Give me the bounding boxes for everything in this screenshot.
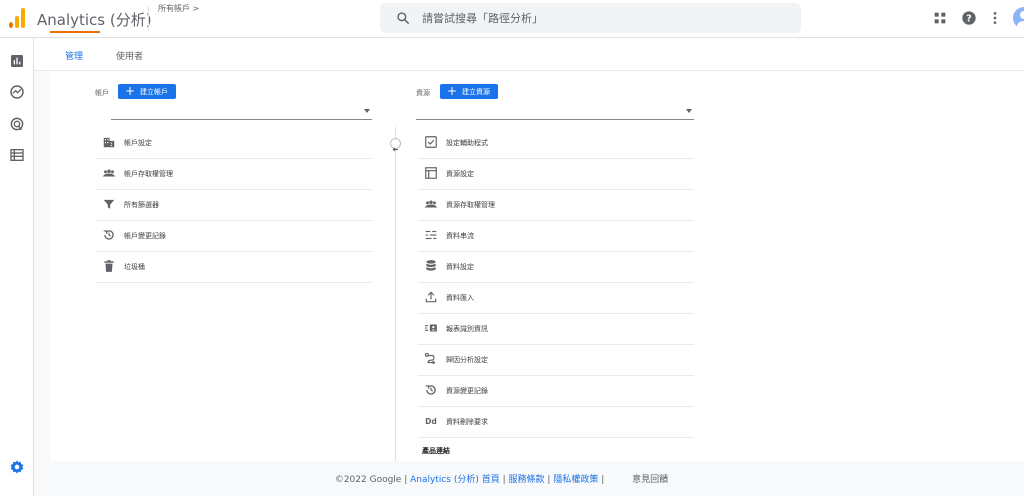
svg-text:?: ? xyxy=(966,13,971,24)
search-icon xyxy=(397,12,410,25)
active-tab-indicator xyxy=(50,31,100,33)
help-icon[interactable]: ? xyxy=(961,10,977,26)
chevron-left-icon xyxy=(392,147,398,152)
plus-icon: + xyxy=(447,84,458,98)
svg-text:Dd: Dd xyxy=(425,417,437,426)
avatar-person-icon xyxy=(1017,11,1024,29)
data-deletion-requests-row[interactable]: Dd 資料刪除要求 xyxy=(418,407,694,438)
property-column-label: 資源 xyxy=(416,89,430,97)
property-select[interactable] xyxy=(416,104,694,120)
building-icon xyxy=(103,137,115,148)
product-links-heading: 產品連結 xyxy=(422,447,450,455)
collapse-handle[interactable] xyxy=(390,138,401,152)
setup-assistant-row[interactable]: 設定輔助程式 xyxy=(418,128,694,159)
attribution-settings-label: 歸因分析設定 xyxy=(446,356,488,364)
data-import-label: 資料匯入 xyxy=(446,294,474,302)
apps-grid-icon[interactable] xyxy=(932,10,948,26)
property-change-history-label: 資源變更記錄 xyxy=(446,387,488,395)
side-navigation xyxy=(0,38,34,496)
account-settings-row[interactable]: 帳戶設定 xyxy=(96,128,372,159)
advertising-icon[interactable] xyxy=(9,116,25,132)
account-change-history-label: 帳戶變更記錄 xyxy=(124,232,166,240)
explore-icon[interactable] xyxy=(9,84,25,100)
footer-terms-link[interactable]: 服務條款 xyxy=(509,475,545,485)
filter-icon xyxy=(103,199,115,209)
footer-separator: | xyxy=(601,475,605,485)
data-settings-label: 資料設定 xyxy=(446,263,474,271)
create-property-label: 建立資源 xyxy=(462,87,490,96)
attribution-settings-row[interactable]: 歸因分析設定 xyxy=(418,345,694,376)
property-change-history-row[interactable]: 資源變更記錄 xyxy=(418,376,694,407)
footer-home-link[interactable]: Analytics (分析) 首頁 xyxy=(410,475,500,485)
checkbox-icon xyxy=(425,136,437,148)
property-settings-label: 資源設定 xyxy=(446,170,474,178)
stream-icon xyxy=(425,230,437,240)
footer-separator: | xyxy=(502,475,506,485)
footer-copyright: ©2022 Google | xyxy=(334,475,408,485)
create-account-label: 建立帳戶 xyxy=(140,87,168,96)
account-access-row[interactable]: 帳戶存取權管理 xyxy=(96,159,372,190)
dropdown-arrow-icon xyxy=(364,109,370,113)
property-access-label: 資源存取權管理 xyxy=(446,201,495,209)
data-streams-row[interactable]: 資料串流 xyxy=(418,221,694,252)
reports-icon[interactable] xyxy=(9,53,25,69)
title-divider xyxy=(148,7,149,31)
footer-privacy-link[interactable]: 隱私權政策 xyxy=(553,475,598,485)
top-app-bar: Analytics (分析) 所有帳戶 > ? xyxy=(0,0,1024,38)
admin-tabs: 管理 使用者 xyxy=(34,38,1024,71)
analytics-logo-icon[interactable] xyxy=(9,8,25,28)
layout-icon xyxy=(425,167,437,179)
property-settings-row[interactable]: 資源設定 xyxy=(418,159,694,190)
data-import-row[interactable]: 資料匯入 xyxy=(418,283,694,314)
account-select[interactable] xyxy=(111,104,372,120)
data-settings-row[interactable]: 資料設定 xyxy=(418,252,694,283)
account-picker-name[interactable] xyxy=(158,17,368,29)
people-icon xyxy=(102,169,116,177)
account-column-label: 帳戶 xyxy=(95,89,109,97)
all-filters-label: 所有篩選器 xyxy=(124,201,159,209)
search-input[interactable] xyxy=(422,8,782,28)
create-account-button[interactable]: + 建立帳戶 xyxy=(118,84,176,99)
setup-assistant-label: 設定輔助程式 xyxy=(446,139,488,147)
trash-icon xyxy=(104,260,114,272)
plus-icon: + xyxy=(125,84,136,98)
people-icon xyxy=(424,200,438,208)
search-box[interactable] xyxy=(380,3,801,33)
account-change-history-row[interactable]: 帳戶變更記錄 xyxy=(96,221,372,252)
account-access-label: 帳戶存取權管理 xyxy=(124,170,173,178)
avatar[interactable] xyxy=(1013,7,1024,29)
attribution-icon xyxy=(424,352,436,365)
account-settings-label: 帳戶設定 xyxy=(124,139,152,147)
identity-icon xyxy=(425,324,437,332)
tab-admin[interactable]: 管理 xyxy=(65,49,83,62)
reporting-identity-label: 報表識別資訊 xyxy=(446,325,488,333)
data-deletion-requests-label: 資料刪除要求 xyxy=(446,418,488,426)
footer: ©2022 Google | Analytics (分析) 首頁 | 服務條款 … xyxy=(0,472,1024,485)
all-filters-row[interactable]: 所有篩選器 xyxy=(96,190,372,221)
upload-icon xyxy=(425,291,437,303)
footer-feedback-link[interactable]: 意見回饋 xyxy=(611,472,689,485)
dropdown-arrow-icon xyxy=(686,109,692,113)
dd-icon: Dd xyxy=(425,417,437,426)
trash-label: 垃圾桶 xyxy=(124,263,145,271)
trash-row[interactable]: 垃圾桶 xyxy=(96,252,372,283)
data-streams-label: 資料串流 xyxy=(446,232,474,240)
reporting-identity-row[interactable]: 報表識別資訊 xyxy=(418,314,694,345)
more-vert-icon[interactable] xyxy=(987,10,1003,26)
column-divider xyxy=(395,127,396,461)
history-icon xyxy=(103,230,114,240)
account-breadcrumb[interactable]: 所有帳戶 > xyxy=(158,3,199,14)
app-title[interactable]: Analytics (分析) xyxy=(37,9,152,30)
footer-separator: | xyxy=(547,475,551,485)
database-icon xyxy=(426,260,436,271)
property-access-row[interactable]: 資源存取權管理 xyxy=(418,190,694,221)
tab-users[interactable]: 使用者 xyxy=(116,49,143,62)
configure-icon[interactable] xyxy=(9,147,25,163)
history-icon xyxy=(425,385,436,395)
create-property-button[interactable]: + 建立資源 xyxy=(440,84,498,99)
